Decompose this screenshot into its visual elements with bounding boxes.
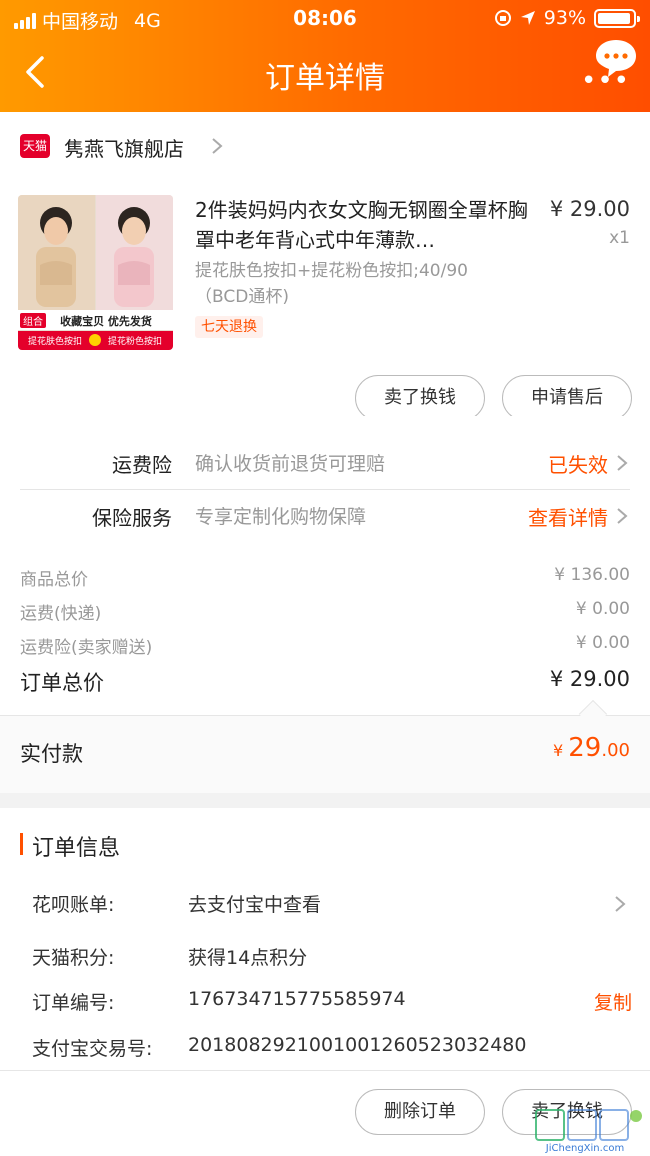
- product-image[interactable]: 组合 收藏宝贝 优先发货 提花肤色按扣 提花粉色按扣: [18, 195, 173, 350]
- order-info-title: 订单信息: [32, 836, 121, 861]
- order-total-label: 订单总价: [20, 671, 104, 695]
- paid-integer: 29: [568, 733, 602, 763]
- app-header: 中国移动 4G 08:06 93% 订单详情 •••: [0, 0, 650, 112]
- info-key: 支付宝交易号:: [32, 1038, 153, 1060]
- shipping-insurance-fee-value: ¥ 0.00: [575, 633, 630, 653]
- copy-button[interactable]: 复制: [594, 988, 632, 1015]
- after-sale-button[interactable]: 申请售后: [502, 375, 632, 421]
- insurance-desc: 确认收货前退货可理赔: [195, 453, 386, 475]
- combo-label: 组合: [23, 315, 43, 328]
- shipping-row: 运费(快递) ¥ 0.00: [20, 599, 630, 624]
- page-title: 订单详情: [265, 61, 385, 96]
- tmall-points-row: 天猫积分: 获得14点积分: [32, 943, 632, 973]
- status-bar: 中国移动 4G 08:06 93%: [0, 0, 650, 36]
- site-watermark: JiChengXin.com: [535, 1109, 642, 1154]
- product-price: ¥ 29.00: [549, 197, 630, 221]
- return-policy-tag: 七天退换: [195, 316, 263, 338]
- paid-amount: ¥ 29.00: [553, 733, 630, 763]
- store-name[interactable]: 隽燕飞旗舰店: [64, 133, 184, 162]
- insurance-label: 运费险: [112, 453, 172, 477]
- tmall-badge: 天猫: [20, 134, 50, 158]
- order-number-row: 订单编号: 176734715775585974 复制: [32, 988, 632, 1018]
- image-right-label: 提花粉色按扣: [108, 335, 162, 347]
- info-value: 176734715775585974: [188, 988, 406, 1010]
- info-key: 花呗账单:: [32, 894, 115, 916]
- chevron-right-icon: [212, 138, 223, 154]
- shipping-insurance-fee-row: 运费险(卖家赠送) ¥ 0.00: [20, 633, 630, 658]
- image-left-label: 提花肤色按扣: [28, 335, 82, 347]
- insurance-status: 已失效: [548, 453, 608, 477]
- location-arrow-icon: [520, 11, 535, 25]
- goods-total-label: 商品总价: [20, 570, 88, 590]
- info-key: 订单编号:: [32, 992, 115, 1014]
- delete-order-button[interactable]: 删除订单: [355, 1089, 485, 1135]
- battery-icon: [594, 8, 640, 28]
- goods-total-value: ¥ 136.00: [554, 565, 630, 585]
- goods-total-row: 商品总价 ¥ 136.00: [20, 565, 630, 590]
- insurance-service-row[interactable]: 保险服务 专享定制化购物保障 查看详情: [20, 490, 630, 542]
- shipping-value: ¥ 0.00: [575, 599, 630, 619]
- product-quantity: x1: [609, 228, 630, 248]
- huabei-bill-row[interactable]: 花呗账单: 去支付宝中查看: [32, 890, 632, 920]
- insurance-status: 查看详情: [528, 506, 608, 530]
- shipping-insurance-row[interactable]: 运费险 确认收货前退货可理赔 已失效: [20, 437, 630, 489]
- chevron-right-icon: [615, 896, 626, 912]
- section-accent-bar: [20, 833, 23, 855]
- chevron-right-icon: [617, 508, 628, 524]
- order-total-value: ¥ 29.00: [549, 667, 630, 691]
- info-value: 获得14点积分: [188, 947, 308, 969]
- paid-currency: ¥: [552, 741, 564, 760]
- info-value: 2018082921001001260523032480: [188, 1034, 527, 1056]
- insurance-label: 保险服务: [92, 506, 172, 530]
- paid-decimal: .00: [601, 740, 630, 761]
- order-total-row: 订单总价 ¥ 29.00: [20, 667, 630, 697]
- product-sku: 提花肤色按扣+提花粉色按扣;40/90（BCD通杯): [195, 261, 468, 307]
- info-key: 天猫积分:: [32, 947, 115, 969]
- sell-for-cash-button[interactable]: 卖了换钱: [355, 375, 485, 421]
- more-dots-icon[interactable]: •••: [581, 66, 630, 96]
- shipping-label: 运费(快递): [20, 604, 102, 624]
- image-banner-text: 收藏宝贝 优先发货: [60, 314, 152, 328]
- product-title[interactable]: 2件装妈妈内衣女文胸无钢圈全罩杯胸罩中老年背心式中年薄款…: [195, 195, 535, 255]
- chevron-right-icon: [617, 455, 628, 471]
- paid-label: 实付款: [20, 742, 83, 766]
- alipay-trade-row: 支付宝交易号: 2018082921001001260523032480: [32, 1034, 632, 1064]
- shipping-insurance-fee-label: 运费险(卖家赠送): [20, 638, 153, 658]
- watermark-text: JiChengXin.com: [545, 1143, 624, 1154]
- insurance-desc: 专享定制化购物保障: [195, 506, 367, 528]
- battery-percent: 93%: [543, 7, 586, 29]
- info-value: 去支付宝中查看: [188, 894, 322, 916]
- rotation-lock-icon: [494, 10, 511, 26]
